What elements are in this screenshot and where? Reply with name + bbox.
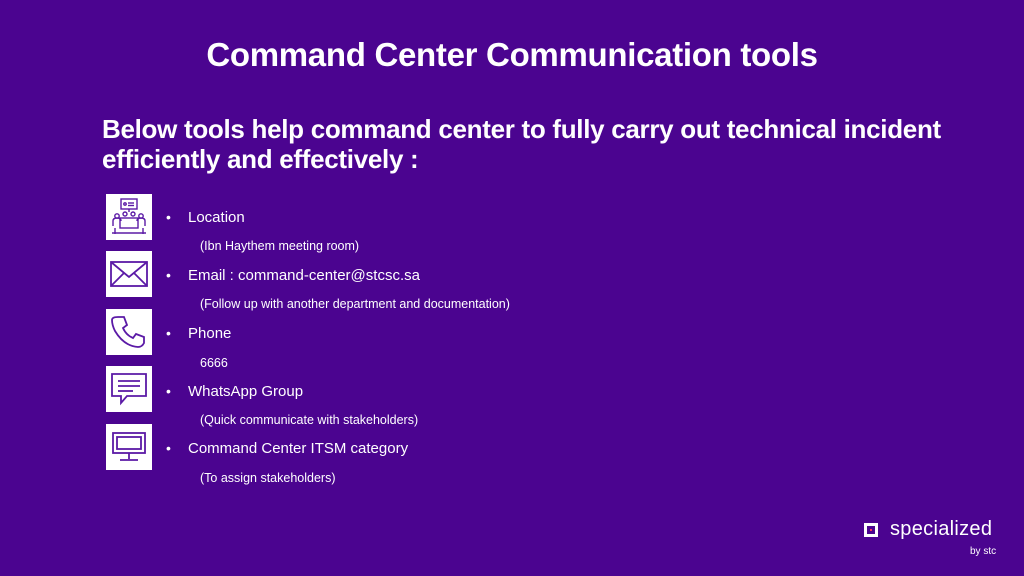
- bullet: •: [166, 267, 171, 283]
- location-label: Location: [188, 209, 245, 226]
- chat-icon: [106, 366, 152, 412]
- email-icon: [106, 251, 152, 297]
- list-item-itsm: • Command Center ITSM category: [166, 440, 408, 457]
- brand-logo: specialized by stc: [864, 518, 1009, 560]
- whatsapp-label: WhatsApp Group: [188, 383, 304, 400]
- list-item-location: • Location: [166, 209, 245, 226]
- bullet: •: [166, 209, 171, 225]
- itsm-label: Command Center ITSM category: [188, 440, 409, 457]
- location-detail: (Ibn Haythem meeting room): [200, 239, 360, 253]
- bullet: •: [166, 440, 171, 456]
- email-detail: (Follow up with another department and d…: [200, 297, 510, 311]
- phone-icon: [106, 309, 152, 355]
- bullet: •: [166, 383, 171, 399]
- list-item-phone: • Phone: [166, 325, 231, 342]
- phone-label: Phone: [188, 325, 232, 342]
- slide-subtitle: Below tools help command center to fully…: [102, 114, 982, 174]
- phone-number: 6666: [200, 356, 228, 370]
- subtitle-line-2: efficiently and effectively :: [102, 144, 419, 174]
- monitor-icon: [106, 424, 152, 470]
- subtitle-line-1: Below tools help command center to fully…: [102, 114, 941, 144]
- brand-by: by stc: [970, 546, 997, 557]
- slide-title: Command Center Communication tools: [206, 36, 818, 73]
- bullet: •: [166, 325, 171, 341]
- list-item-email: • Email : command-center@stcsc.sa: [166, 267, 420, 284]
- itsm-detail: (To assign stakeholders): [200, 471, 336, 485]
- brand-mark-icon: [864, 523, 878, 537]
- meeting-room-icon: [106, 194, 152, 240]
- email-label[interactable]: Email : command-center@stcsc.sa: [188, 267, 420, 284]
- brand-name: specialized: [890, 518, 993, 540]
- list-item-whatsapp: • WhatsApp Group: [166, 383, 303, 400]
- whatsapp-detail: (Quick communicate with stakeholders): [200, 413, 419, 427]
